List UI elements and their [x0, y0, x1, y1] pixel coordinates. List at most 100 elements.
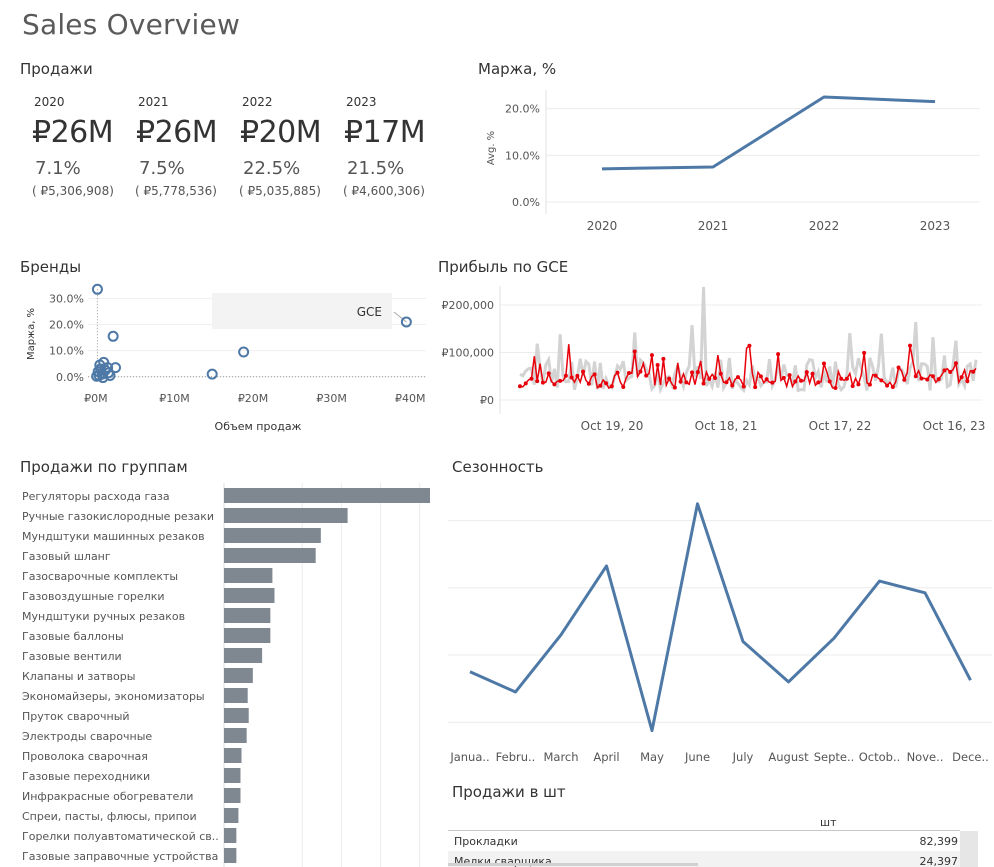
gce-point — [581, 369, 586, 374]
gce-point — [781, 375, 786, 380]
margin-line-chart[interactable]: 0.0% 10.0% 20.0% Avg. % 2020 2021 2022 2023 — [476, 82, 990, 237]
kpi-year-2022: 2022 — [242, 95, 273, 109]
brands-y-tick: 10.0% — [49, 345, 84, 358]
gce-point — [730, 383, 735, 388]
gce-point — [908, 343, 913, 348]
gce-point — [529, 376, 534, 381]
season-x-tick: Nove.. — [907, 750, 944, 764]
gce-point — [942, 368, 947, 373]
gce-point — [839, 376, 844, 381]
gce-point — [535, 379, 540, 384]
table-row[interactable]: Прокладки 82,399 — [448, 831, 978, 851]
gce-point — [661, 356, 666, 361]
margin-y-tick: 0.0% — [512, 196, 540, 209]
gce-point — [718, 371, 723, 376]
season-x-tick: July — [732, 750, 754, 764]
gce-x-tick: Oct 19, 20 — [581, 419, 644, 433]
gce-point — [822, 361, 826, 366]
groups-category-label: Ручные газокислородные резаки — [22, 510, 214, 523]
units-column-header: шт — [820, 816, 837, 829]
groups-category-label: Мундштуки машинных резаков — [22, 530, 205, 543]
season-x-tick: May — [640, 750, 664, 764]
kpi-profit-2021: ( ₽5,778,536) — [135, 184, 217, 198]
gce-point — [948, 370, 953, 375]
gce-point — [971, 369, 976, 374]
season-x-tick: Octob.. — [859, 750, 901, 764]
groups-bar — [224, 528, 321, 543]
gce-point — [569, 375, 574, 380]
gce-point — [850, 383, 855, 388]
gce-point — [753, 385, 758, 390]
gce-point — [621, 384, 626, 389]
gce-point — [598, 383, 603, 388]
gce-point — [787, 373, 792, 378]
groups-bar — [224, 668, 253, 683]
groups-category-label: Клапаны и затворы — [22, 670, 135, 683]
units-row-bar — [960, 851, 978, 867]
seasonality-line-chart[interactable]: Janua.. Febru.. March April May June July Augus… — [448, 483, 992, 768]
gce-point — [546, 371, 551, 376]
gce-point — [707, 376, 712, 381]
brands-point — [206, 368, 218, 380]
gce-point — [856, 382, 861, 387]
gce-point — [758, 374, 763, 379]
gce-point — [965, 379, 970, 384]
gce-point — [695, 370, 700, 375]
gce-point — [644, 373, 649, 378]
groups-bar — [224, 688, 248, 703]
brands-point — [400, 316, 412, 328]
groups-bar — [224, 728, 247, 743]
season-x-tick: Dece.. — [952, 750, 989, 764]
gce-point — [953, 361, 958, 366]
gce-y-tick: ₽100,000 — [442, 347, 495, 360]
groups-bar — [224, 788, 241, 803]
table-scrollbar[interactable] — [448, 863, 698, 866]
season-series-line — [469, 502, 972, 733]
gce-point — [690, 370, 695, 375]
gce-point — [885, 383, 890, 388]
gce-point — [713, 375, 718, 380]
kpi-profit-2022: ( ₽5,035,885) — [239, 184, 321, 198]
gce-point — [649, 353, 654, 358]
groups-bar — [224, 828, 237, 843]
margin-x-tick: 2022 — [809, 219, 840, 233]
kpi-sales-2022: ₽20M — [240, 115, 322, 150]
gce-point — [672, 385, 677, 390]
groups-bar — [224, 648, 263, 663]
groups-category-label: Газовоздушные горелки — [22, 590, 165, 603]
gce-y-tick: ₽200,000 — [442, 299, 495, 312]
brands-scatter-chart[interactable]: 0.0% 10.0% 20.0% 30.0% ₽0M ₽10M ₽20M ₽30M ₽40M Ма… — [18, 282, 430, 442]
gce-point — [540, 380, 545, 385]
kpi-year-2021: 2021 — [138, 95, 169, 109]
groups-bar — [224, 608, 271, 623]
gce-point — [678, 379, 683, 384]
gce-point — [804, 370, 809, 375]
groups-category-label: Газовые баллоны — [22, 630, 124, 643]
units-table[interactable]: шт Прокладки 82,399 Мелки сварщика 24,39… — [448, 812, 978, 867]
gce-series-prev — [519, 286, 978, 395]
units-row-bar — [960, 831, 978, 851]
groups-bar — [224, 548, 316, 563]
gce-point — [632, 349, 637, 354]
brands-section-title: Бренды — [20, 258, 82, 276]
gce-point — [799, 378, 804, 383]
groups-category-label: Инфракрасные обогреватели — [22, 790, 193, 803]
gce-point — [655, 362, 660, 367]
gce-point — [609, 384, 614, 389]
gce-point — [563, 373, 568, 378]
profit-gce-section-title: Прибыль по GCE — [438, 258, 569, 276]
kpi-year-2020: 2020 — [34, 95, 65, 109]
margin-x-tick: 2020 — [587, 219, 618, 233]
groups-category-label: Пруток сварочный — [22, 710, 130, 723]
gce-point — [764, 377, 769, 382]
gce-point — [793, 379, 798, 384]
groups-bar-chart[interactable]: Регуляторы расхода газа Ручные газокислор… — [18, 483, 434, 867]
profit-gce-line-chart[interactable]: ₽0 ₽100,000 ₽200,000 Oct 19, 20 Oct 18, 21 Oc… — [436, 282, 992, 437]
units-section-title: Продажи в шт — [452, 783, 566, 801]
kpi-sales-2021: ₽26M — [136, 115, 218, 150]
brands-x-tick: ₽0M — [84, 392, 108, 405]
brands-x-tick: ₽40M — [395, 392, 426, 405]
margin-x-tick: 2023 — [920, 219, 951, 233]
margin-series-line — [601, 95, 936, 171]
groups-category-label: Газовые переходники — [22, 770, 150, 783]
